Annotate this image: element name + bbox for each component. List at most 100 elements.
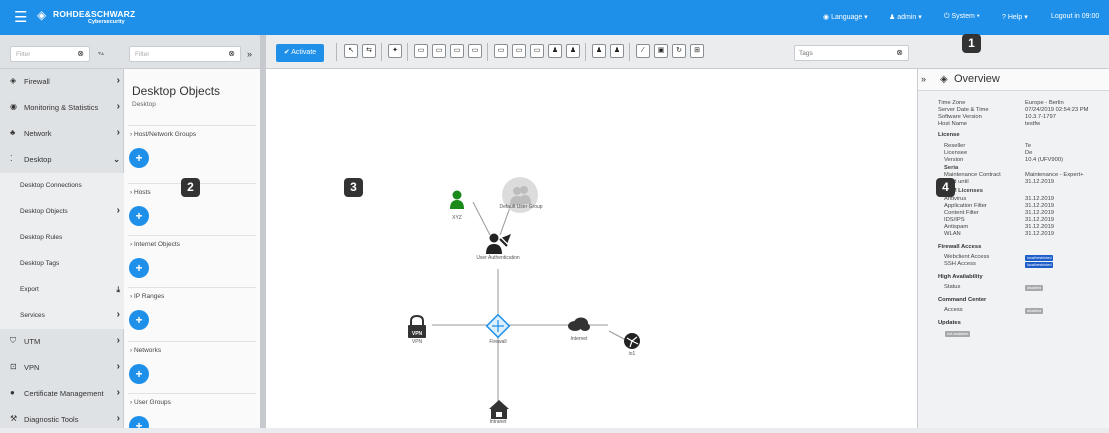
user-menu[interactable]: ♟ admin ▾ (889, 13, 922, 21)
info-value: Te (1025, 143, 1032, 149)
sidebar-item-desktop-tags[interactable]: Desktop Tags (0, 251, 124, 277)
chevron-right-icon: › (116, 75, 120, 86)
info-key: IDS/IPS (944, 217, 965, 223)
sidebar-item-network[interactable]: ♣ Network › (0, 121, 124, 147)
info-value: testfw (1025, 121, 1041, 127)
clear-filter-icon[interactable]: ⊗ (228, 49, 235, 58)
sidebar-item-export[interactable]: Export ⤓ (0, 277, 124, 303)
user-group-icon[interactable]: ♟ (610, 44, 624, 58)
hamburger-menu-icon[interactable]: ☰ (14, 10, 27, 25)
language-menu[interactable]: ◉ Language ▾ (823, 13, 868, 21)
info-value: 31.12.2019 (1025, 196, 1055, 202)
status-badge: not available (945, 331, 971, 337)
info-key: WLAN (944, 231, 961, 237)
toolbar-divider (407, 43, 408, 61)
info-key: Time Zone (938, 100, 966, 106)
collapse-all-icon[interactable]: ▾▴ (98, 50, 104, 57)
internet-object-icon[interactable]: ✦ (388, 44, 402, 58)
desktop-canvas[interactable]: XYZ Default User Group User Authenticati… (266, 69, 917, 428)
clear-tags-icon[interactable]: ⊗ (896, 48, 903, 57)
add-button[interactable]: + (129, 364, 149, 384)
host-icon[interactable]: ▭ (414, 44, 428, 58)
info-key: Content Filter (944, 210, 979, 216)
add-button[interactable]: + (129, 206, 149, 226)
objects-filter-input[interactable] (130, 47, 218, 61)
sidebar-item-vpn[interactable]: ⊡ VPN › (0, 355, 124, 381)
rohde-schwarz-logo-icon: ◈ (37, 8, 47, 22)
overview-title: Overview (954, 73, 1000, 85)
user-object-icon[interactable]: ♟ (592, 44, 606, 58)
refresh-icon[interactable]: ↻ (672, 44, 686, 58)
collapse-panel-icon[interactable]: » (247, 49, 252, 59)
group-ip-ranges: › IP Ranges + (128, 287, 256, 339)
group-internet-objects: › Internet Objects + (128, 235, 256, 287)
info-value: Europe - Berlin (1025, 100, 1064, 106)
vpn-group-icon[interactable]: ▭ (530, 44, 544, 58)
add-button[interactable]: + (129, 258, 149, 278)
magic-wand-icon[interactable]: ⁄ (636, 44, 650, 58)
power-icon: ⏻ (944, 13, 950, 20)
network-object-icon[interactable]: ▭ (432, 44, 446, 58)
wrench-icon: ⚒ (10, 414, 18, 423)
tags-input[interactable] (795, 46, 886, 60)
group-label[interactable]: › Host/Network Groups (130, 131, 196, 138)
sidebar-item-utm[interactable]: ⛉ UTM › (0, 329, 124, 355)
info-value: 31.12.2019 (1025, 217, 1055, 223)
sidebar-item-desktop[interactable]: ⁚ Desktop ⌄ (0, 147, 124, 173)
connection-line (472, 201, 491, 236)
sidebar-item-diagnostic-tools[interactable]: ⚒ Diagnostic Tools › (0, 407, 124, 433)
collapse-overview-icon[interactable]: » (921, 74, 926, 84)
section-title-command-center: Command Center (938, 297, 987, 303)
add-button[interactable]: + (129, 148, 149, 168)
group-networks: › Networks + (128, 341, 256, 393)
sidebar-item-desktop-objects[interactable]: Desktop Objects › (0, 199, 124, 225)
vpn-host-icon[interactable]: ▭ (494, 44, 508, 58)
system-menu[interactable]: ⏻ System ▾ (944, 13, 980, 21)
callout-marker-4: 4 (936, 178, 955, 197)
network-group-icon[interactable]: ▭ (450, 44, 464, 58)
group-label[interactable]: › Networks (130, 347, 161, 354)
connect-tool-icon[interactable]: ⇆ (362, 44, 376, 58)
chevron-right-icon: › (116, 309, 120, 320)
lock-icon: ⊡ (10, 362, 17, 371)
download-icon: ⤓ (116, 285, 120, 294)
chevron-right-icon: › (116, 101, 120, 112)
sidebar-item-desktop-connections[interactable]: Desktop Connections (0, 173, 124, 199)
vpn-user-group-icon[interactable]: ♟ (566, 44, 580, 58)
sidebar-item-desktop-rules[interactable]: Desktop Rules (0, 225, 124, 251)
node-label-io1: io1 (628, 351, 636, 357)
logout-button[interactable]: Logout in 09:00 (1051, 13, 1099, 20)
vpn-network-icon[interactable]: ▭ (512, 44, 526, 58)
clear-filter-icon[interactable]: ⊗ (77, 49, 84, 58)
select-tool-icon[interactable]: ↖ (344, 44, 358, 58)
chevron-right-icon: › (116, 361, 120, 372)
nav-filter-input[interactable] (11, 47, 74, 61)
fit-to-screen-icon[interactable]: ⊞ (690, 44, 704, 58)
node-label-internet: Internet (570, 336, 588, 342)
help-icon: ? (1002, 14, 1006, 21)
chevron-right-icon: › (116, 205, 120, 216)
group-label[interactable]: › IP Ranges (130, 293, 164, 300)
add-button[interactable]: + (129, 310, 149, 330)
help-menu[interactable]: ? Help ▾ (1002, 13, 1028, 21)
group-label[interactable]: › User Groups (130, 399, 171, 406)
toolbar-divider (629, 43, 630, 61)
sidebar-item-certificate-management[interactable]: ● Certificate Management › (0, 381, 124, 407)
chevron-right-icon: › (116, 335, 120, 346)
add-button[interactable]: + (129, 416, 149, 428)
activate-button[interactable]: ✔ Activate (276, 44, 324, 62)
host-group-icon[interactable]: ▭ (468, 44, 482, 58)
sidebar-item-monitoring[interactable]: ◉ Monitoring & Statistics › (0, 95, 124, 121)
sidebar-item-services[interactable]: Services › (0, 303, 124, 329)
group-label[interactable]: › Hosts (130, 189, 151, 196)
node-label-default-user-group: Default User Group (499, 204, 543, 210)
sidebar-item-firewall[interactable]: ◈ Firewall › (0, 69, 124, 95)
eye-icon: ◉ (10, 102, 17, 111)
info-value: 31.12.2019 (1025, 179, 1055, 185)
vpn-user-icon[interactable]: ♟ (548, 44, 562, 58)
toolbar-divider (585, 43, 586, 61)
group-label[interactable]: › Internet Objects (130, 241, 180, 248)
overview-icon: ◈ (940, 74, 948, 85)
save-icon[interactable]: ▣ (654, 44, 668, 58)
info-key: Software Version (938, 114, 982, 120)
